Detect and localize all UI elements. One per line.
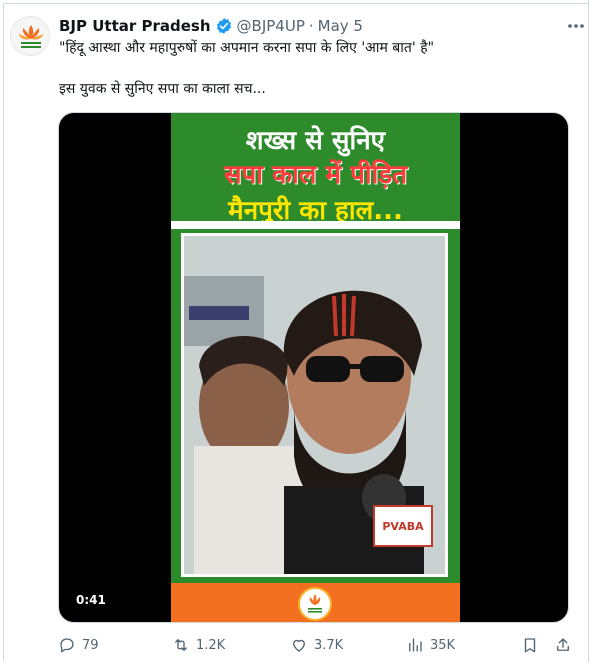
tweet-date[interactable]: May 5 (318, 17, 363, 35)
video-poster: शख्स से सुनिए सपा काल में पीड़ित मैनपुरी… (171, 113, 460, 622)
author-handle[interactable]: @BJP4UP (237, 17, 305, 35)
bjp-lotus-badge (298, 587, 332, 621)
tweet-actions: 79 1.2K 3.7K 35K (58, 632, 578, 658)
speaker-photo-illustration: PVABA (184, 236, 445, 574)
more-options-icon[interactable] (566, 17, 586, 35)
like-button[interactable]: 3.7K (290, 632, 343, 658)
reply-count: 79 (82, 637, 99, 653)
views-count: 35K (430, 637, 456, 653)
views-button[interactable]: 35K (406, 632, 455, 658)
verified-badge-icon[interactable] (215, 17, 233, 35)
avatar[interactable] (10, 16, 50, 56)
share-button[interactable] (554, 632, 578, 658)
video-duration: 0:41 (71, 591, 111, 609)
poster-stripe (171, 221, 460, 229)
poster-headline-2: सपा काल में पीड़ित (223, 160, 408, 190)
like-count: 3.7K (314, 637, 344, 653)
bjp-logo-icon (19, 25, 43, 48)
bookmark-button[interactable] (521, 632, 545, 658)
tweet-text-line-1: "हिंदू आस्था और महापुरुषों का अपमान करना… (59, 40, 435, 56)
microphone-label: PVABA (382, 520, 424, 533)
repost-button[interactable]: 1.2K (172, 632, 225, 658)
reply-button[interactable]: 79 (58, 632, 99, 658)
reply-icon (60, 638, 74, 653)
share-icon (557, 638, 569, 651)
author-name[interactable]: BJP Uttar Pradesh (59, 17, 211, 35)
repost-count: 1.2K (196, 637, 226, 653)
heart-icon (293, 639, 305, 652)
bookmark-icon (524, 638, 536, 653)
views-chart-icon (409, 638, 422, 652)
tweet-text-line-2: इस युवक से सुनिए सपा का काला सच... (59, 81, 266, 97)
video-frame-photo: PVABA (181, 233, 448, 577)
video-player[interactable]: शख्स से सुनिए सपा काल में पीड़ित मैनपुरी… (58, 112, 569, 623)
separator-dot: · (308, 17, 314, 35)
repost-icon (175, 639, 187, 651)
tweet-header: BJP Uttar Pradesh @BJP4UP · May 5 (59, 15, 363, 37)
timeline-divider (588, 0, 589, 662)
poster-headline-1: शख्स से सुनिए (245, 126, 386, 156)
lotus-icon (308, 594, 322, 613)
